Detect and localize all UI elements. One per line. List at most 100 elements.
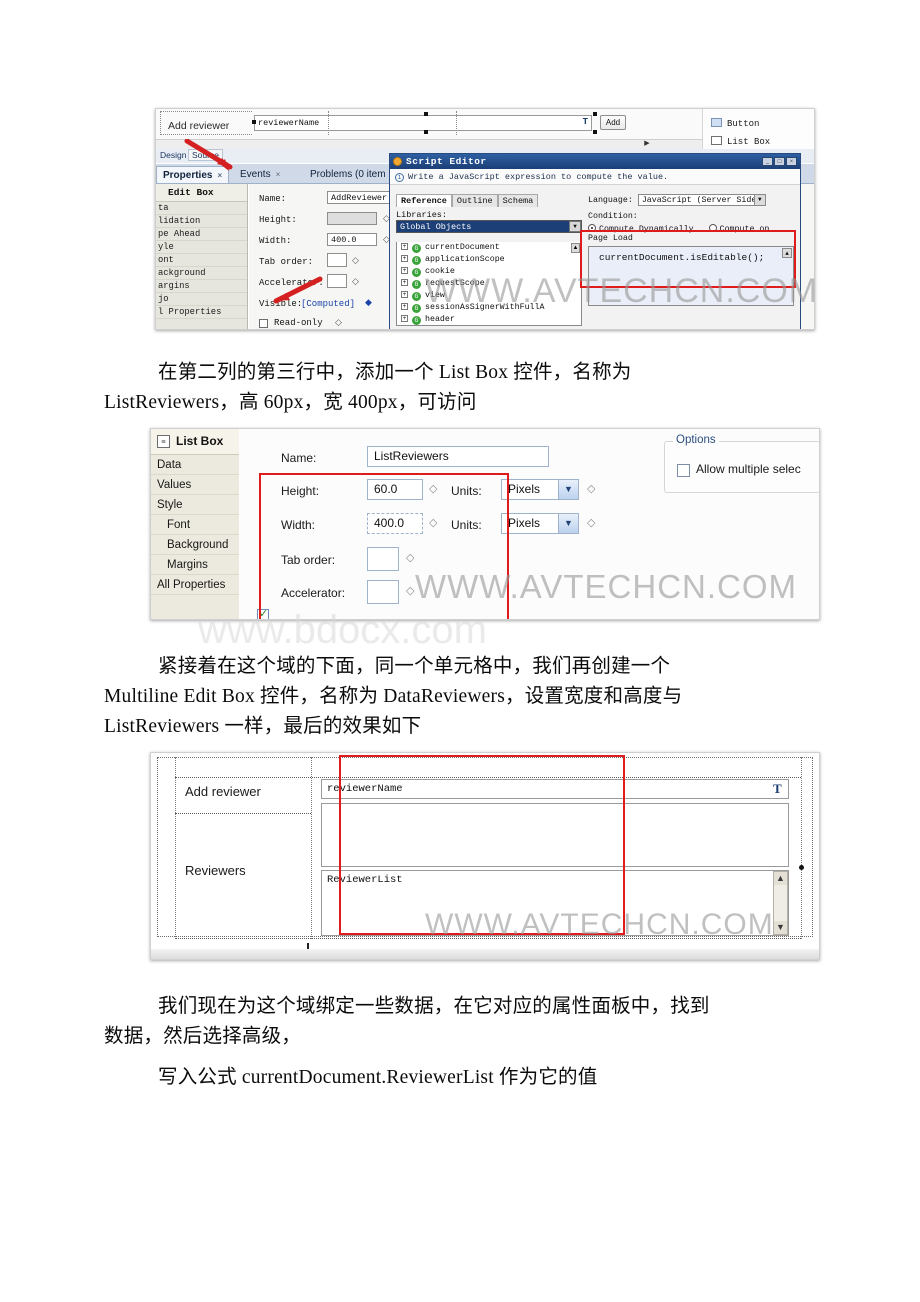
radio-compute-dynamically[interactable] <box>588 224 596 232</box>
tab-order-input[interactable] <box>367 547 399 571</box>
height-units-select[interactable]: Pixels ▼ <box>501 479 579 500</box>
sidebar-item-values[interactable]: Values <box>151 475 239 495</box>
width-input[interactable]: 400.0 <box>367 513 423 534</box>
libraries-select[interactable]: Global Objects ▼ <box>396 220 582 233</box>
compute-diamond-icon[interactable]: ◇ <box>587 516 595 529</box>
tab-source[interactable]: Source <box>188 149 223 161</box>
tree-item[interactable]: + GsessionAsSignerWithFullA <box>397 302 581 314</box>
horizontal-scrollbar[interactable] <box>156 139 716 149</box>
code-scroll-up[interactable]: ▲ <box>782 248 792 258</box>
sidebar-item-data[interactable]: ta <box>156 202 247 215</box>
script-code-editor[interactable]: currentDocument.isEditable(); ▲ <box>588 246 794 306</box>
sidebar-item-margins[interactable]: Margins <box>151 555 239 575</box>
compute-diamond-icon[interactable]: ◇ <box>406 551 414 564</box>
compute-diamond-icon[interactable]: ◇ <box>352 276 359 287</box>
tab-outline[interactable]: Outline <box>451 194 498 207</box>
chevron-down-icon[interactable]: ▼ <box>558 514 578 533</box>
accelerator-input[interactable] <box>367 580 399 604</box>
language-select[interactable]: JavaScript (Server Side) ▼ <box>637 194 766 206</box>
reviewer-name-field[interactable]: reviewerName T <box>254 115 592 131</box>
expand-icon[interactable]: + <box>401 255 408 262</box>
scroll-up-icon[interactable]: ▲ <box>774 872 787 885</box>
sidebar-item-validation[interactable]: lidation <box>156 215 247 228</box>
chevron-down-icon[interactable]: ▼ <box>569 221 581 232</box>
compute-diamond-icon[interactable]: ◇ <box>429 516 437 529</box>
visible-computed-value[interactable]: [Computed] <box>301 299 355 309</box>
tab-problems[interactable]: Problems (0 item <box>304 166 392 183</box>
expand-icon[interactable]: + <box>401 243 408 250</box>
tree-item[interactable]: + GrequestScope <box>397 278 581 290</box>
sidebar-item-font[interactable]: Font <box>151 515 239 535</box>
sidebar-item-margins[interactable]: argins <box>156 280 247 293</box>
maximize-button[interactable]: □ <box>774 157 785 166</box>
tab-events[interactable]: Events × <box>234 166 286 183</box>
readonly-checkbox[interactable] <box>259 319 268 328</box>
height-input[interactable] <box>327 212 377 225</box>
sidebar-item-all-properties[interactable]: All Properties <box>151 575 239 595</box>
resize-handle[interactable] <box>424 130 428 134</box>
listbox-control[interactable] <box>321 803 789 867</box>
minimize-button[interactable]: _ <box>762 157 773 166</box>
tab-order-input[interactable] <box>327 253 347 267</box>
tree-item[interactable]: + GcurrentDocument <box>397 242 581 254</box>
chevron-down-icon[interactable]: ▼ <box>558 480 578 499</box>
tree-item[interactable]: + Gheader <box>397 314 581 325</box>
sidebar-item-style[interactable]: Style <box>151 495 239 515</box>
multiline-scrollbar[interactable]: ▲ ▼ <box>773 871 788 935</box>
sidebar-item-background[interactable]: Background <box>151 535 239 555</box>
resize-handle[interactable] <box>593 130 597 134</box>
tree-scroll-up[interactable]: ▲ <box>571 243 580 253</box>
height-input[interactable]: 60.0 <box>367 479 423 500</box>
expand-icon[interactable]: + <box>401 303 408 310</box>
expand-icon[interactable]: + <box>401 315 408 322</box>
resize-handle[interactable] <box>593 112 597 116</box>
compute-diamond-icon[interactable]: ◇ <box>406 584 414 597</box>
sidebar-item-all-properties[interactable]: l Properties <box>156 306 247 319</box>
tab-properties[interactable]: Properties × <box>156 166 230 183</box>
radio-compute-on-page-load[interactable] <box>708 224 717 232</box>
palette-item-listbox[interactable]: List Box <box>711 136 770 147</box>
resize-handle[interactable] <box>799 865 804 870</box>
visible-checkbox[interactable] <box>257 607 269 619</box>
sidebar-item-type-ahead[interactable]: pe Ahead <box>156 228 247 241</box>
add-button[interactable]: Add <box>600 115 626 130</box>
script-editor-titlebar[interactable]: Script Editor _ □ × <box>390 154 800 169</box>
accelerator-input[interactable] <box>327 274 347 288</box>
globals-tree[interactable]: + GcurrentDocument + GapplicationScope + Gc… <box>396 242 582 326</box>
scroll-right-arrow[interactable]: ▶ <box>642 139 652 147</box>
scroll-down-icon[interactable]: ▼ <box>774 921 787 934</box>
readonly-label: Read-only <box>274 318 323 328</box>
palette-item-button[interactable]: Button <box>711 118 759 129</box>
width-units-select[interactable]: Pixels ▼ <box>501 513 579 534</box>
reviewer-name-input[interactable]: reviewerName <box>321 779 789 799</box>
close-icon[interactable]: × <box>276 170 281 179</box>
compute-diamond-icon[interactable]: ◇ <box>429 482 437 495</box>
tab-design[interactable]: Design <box>160 150 186 160</box>
computed-diamond-icon[interactable]: ◆ <box>365 297 372 308</box>
chevron-down-icon[interactable]: ▼ <box>753 195 765 205</box>
name-input[interactable]: ListReviewers <box>367 446 549 467</box>
expand-icon[interactable]: + <box>401 291 408 298</box>
tree-item[interactable]: + GapplicationScope <box>397 254 581 266</box>
compute-diamond-icon[interactable]: ◇ <box>335 317 342 328</box>
multiline-editbox-control[interactable]: ReviewerList <box>321 870 789 936</box>
sidebar-item-font[interactable]: ont <box>156 254 247 267</box>
close-icon[interactable]: × <box>217 171 222 180</box>
allow-multiple-checkbox[interactable] <box>677 464 690 477</box>
resize-handle[interactable] <box>252 120 256 124</box>
sidebar-item-background[interactable]: ackground <box>156 267 247 280</box>
sidebar-item-info[interactable]: jo <box>156 293 247 306</box>
expand-icon[interactable]: + <box>401 267 408 274</box>
close-button[interactable]: × <box>786 157 797 166</box>
tab-schema[interactable]: Schema <box>497 194 539 207</box>
compute-diamond-icon[interactable]: ◇ <box>352 255 359 266</box>
tab-reference[interactable]: Reference <box>396 194 452 207</box>
width-input[interactable]: 400.0 <box>327 233 377 246</box>
sidebar-item-data[interactable]: Data <box>151 455 239 475</box>
tree-item[interactable]: + Gcookie <box>397 266 581 278</box>
resize-handle[interactable] <box>424 112 428 116</box>
sidebar-item-style[interactable]: yle <box>156 241 247 254</box>
tree-item[interactable]: + Gview <box>397 290 581 302</box>
compute-diamond-icon[interactable]: ◇ <box>587 482 595 495</box>
expand-icon[interactable]: + <box>401 279 408 286</box>
